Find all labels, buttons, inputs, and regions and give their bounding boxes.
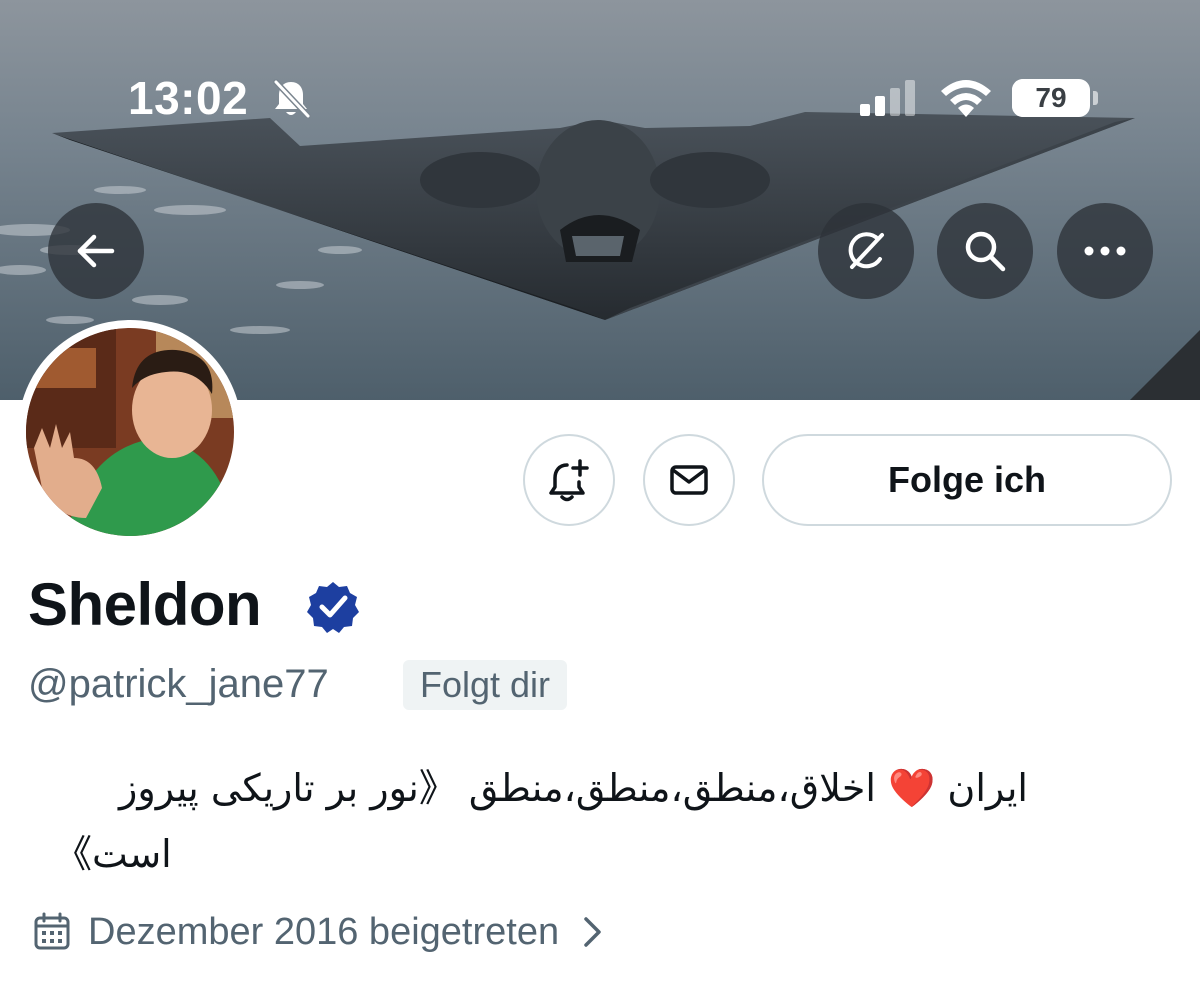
avatar-portrait bbox=[26, 328, 234, 536]
more-icon bbox=[1084, 246, 1126, 256]
joined-date-text: Dezember 2016 beigetreten bbox=[88, 911, 560, 953]
following-button[interactable]: Folge ich bbox=[762, 434, 1172, 526]
envelope-icon bbox=[670, 465, 708, 495]
wifi-icon bbox=[941, 80, 991, 117]
battery-percent: 79 bbox=[1035, 82, 1067, 113]
status-time: 13:02 bbox=[128, 72, 249, 124]
back-arrow-icon bbox=[77, 234, 115, 268]
joined-date-row[interactable]: Dezember 2016 beigetreten bbox=[32, 906, 607, 958]
display-name: Sheldon bbox=[28, 571, 262, 638]
verified-badge-icon[interactable] bbox=[306, 579, 360, 633]
battery-icon: 79 bbox=[1012, 79, 1090, 117]
more-button[interactable] bbox=[1057, 203, 1153, 299]
search-button[interactable] bbox=[937, 203, 1033, 299]
cellular-signal-icon bbox=[860, 80, 915, 116]
chevron-right-icon bbox=[584, 917, 601, 947]
bell-plus-icon bbox=[549, 459, 589, 502]
direct-message-button[interactable] bbox=[643, 434, 735, 526]
notification-subscribe-button[interactable] bbox=[523, 434, 615, 526]
battery-nub bbox=[1093, 91, 1098, 105]
profile-avatar[interactable] bbox=[18, 320, 242, 544]
follows-you-badge: Folgt dir bbox=[403, 660, 568, 710]
avatar-photo bbox=[26, 328, 234, 536]
profile-bio: ایران ❤️ اخلاق،منطق،منطق،منطق 《نور بر تا… bbox=[28, 755, 1028, 887]
calendar-icon bbox=[34, 912, 70, 950]
bio-line-1: ایران ❤️ اخلاق،منطق،منطق،منطق 《نور بر تا… bbox=[119, 766, 1028, 810]
user-handle: @patrick_jane77 bbox=[28, 662, 329, 706]
grok-button[interactable] bbox=[818, 203, 914, 299]
bio-line-2: است》 bbox=[54, 832, 172, 876]
back-button[interactable] bbox=[48, 203, 144, 299]
bell-slash-icon bbox=[273, 79, 311, 119]
grok-icon bbox=[848, 232, 884, 269]
search-icon bbox=[965, 231, 1006, 272]
